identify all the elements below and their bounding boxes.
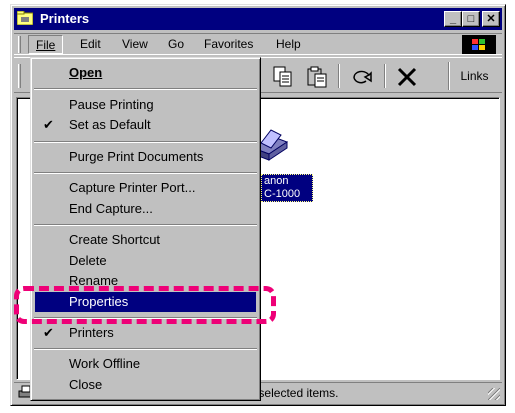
menu-item-create-shortcut[interactable]: Create Shortcut <box>35 230 256 250</box>
menu-item-work-offline[interactable]: Work Offline <box>35 354 256 374</box>
resize-grip[interactable] <box>488 388 500 400</box>
menu-item-printers[interactable]: ✔ Printers <box>35 323 256 343</box>
menu-item-purge-print-documents[interactable]: Purge Print Documents <box>35 147 256 167</box>
copy-icon[interactable] <box>272 66 294 88</box>
menu-bar: File Edit View Go Favorites Help <box>14 33 502 55</box>
menu-item-label: Set as Default <box>69 117 151 132</box>
menu-item-delete[interactable]: Delete <box>35 251 256 271</box>
printer-name-line1: anon <box>264 175 289 187</box>
menu-help[interactable]: Help <box>276 37 301 51</box>
window-title: Printers <box>40 11 90 26</box>
windows-logo-throbber <box>462 35 496 54</box>
menu-item-set-as-default[interactable]: ✔ Set as Default <box>35 115 256 135</box>
menu-item-end-capture[interactable]: End Capture... <box>35 199 256 219</box>
menu-edit[interactable]: Edit <box>80 37 101 51</box>
menu-item-label: Open <box>69 65 103 80</box>
menu-item-label: End Capture... <box>69 201 153 216</box>
checkmark-icon: ✔ <box>43 117 54 132</box>
maximize-icon: □ <box>467 12 475 25</box>
toolbar-grip[interactable] <box>18 64 21 88</box>
printer-name-line2: C-1000 <box>264 188 301 200</box>
menu-item-label: Printers <box>69 325 114 340</box>
close-button[interactable]: ✕ <box>482 11 500 27</box>
menubar-grip[interactable] <box>18 36 21 53</box>
menu-item-label: Create Shortcut <box>69 232 161 247</box>
windows-logo-icon <box>472 38 485 50</box>
menu-item-open[interactable]: Open <box>35 63 256 83</box>
links-label: Links <box>460 69 489 83</box>
menu-item-label: Capture Printer Port... <box>69 180 196 195</box>
close-icon: ✕ <box>486 12 496 25</box>
minimize-button[interactable]: _ <box>444 11 462 27</box>
menu-item-label: Close <box>69 377 103 392</box>
undo-icon[interactable] <box>350 66 374 88</box>
checkmark-icon: ✔ <box>43 325 54 340</box>
printer-name-label[interactable]: anon C-1000 <box>261 174 313 202</box>
menu-go[interactable]: Go <box>168 37 184 51</box>
file-menu-dropdown: Open Pause Printing ✔ Set as Default Pur… <box>30 57 261 401</box>
menu-favorites[interactable]: Favorites <box>204 37 253 51</box>
menu-item-close[interactable]: Close <box>35 375 256 395</box>
menu-view[interactable]: View <box>122 37 148 51</box>
maximize-button[interactable]: □ <box>462 11 480 27</box>
menu-item-capture-printer-port[interactable]: Capture Printer Port... <box>35 178 256 198</box>
annotation-highlight-box <box>14 286 276 324</box>
menu-item-label: Work Offline <box>69 356 141 371</box>
printers-folder-icon <box>17 11 33 25</box>
delete-x-icon[interactable] <box>396 66 418 88</box>
menu-item-label: Delete <box>69 253 107 268</box>
menu-file[interactable]: File <box>28 35 64 54</box>
menu-item-label: Pause Printing <box>69 97 154 112</box>
paste-icon[interactable] <box>306 66 328 88</box>
menu-item-pause-printing[interactable]: Pause Printing <box>35 95 256 115</box>
links-button[interactable]: Links <box>448 62 500 90</box>
minimize-icon: _ <box>449 12 457 25</box>
menu-item-label: Purge Print Documents <box>69 149 204 164</box>
title-bar[interactable]: Printers _ □ ✕ <box>14 8 502 30</box>
